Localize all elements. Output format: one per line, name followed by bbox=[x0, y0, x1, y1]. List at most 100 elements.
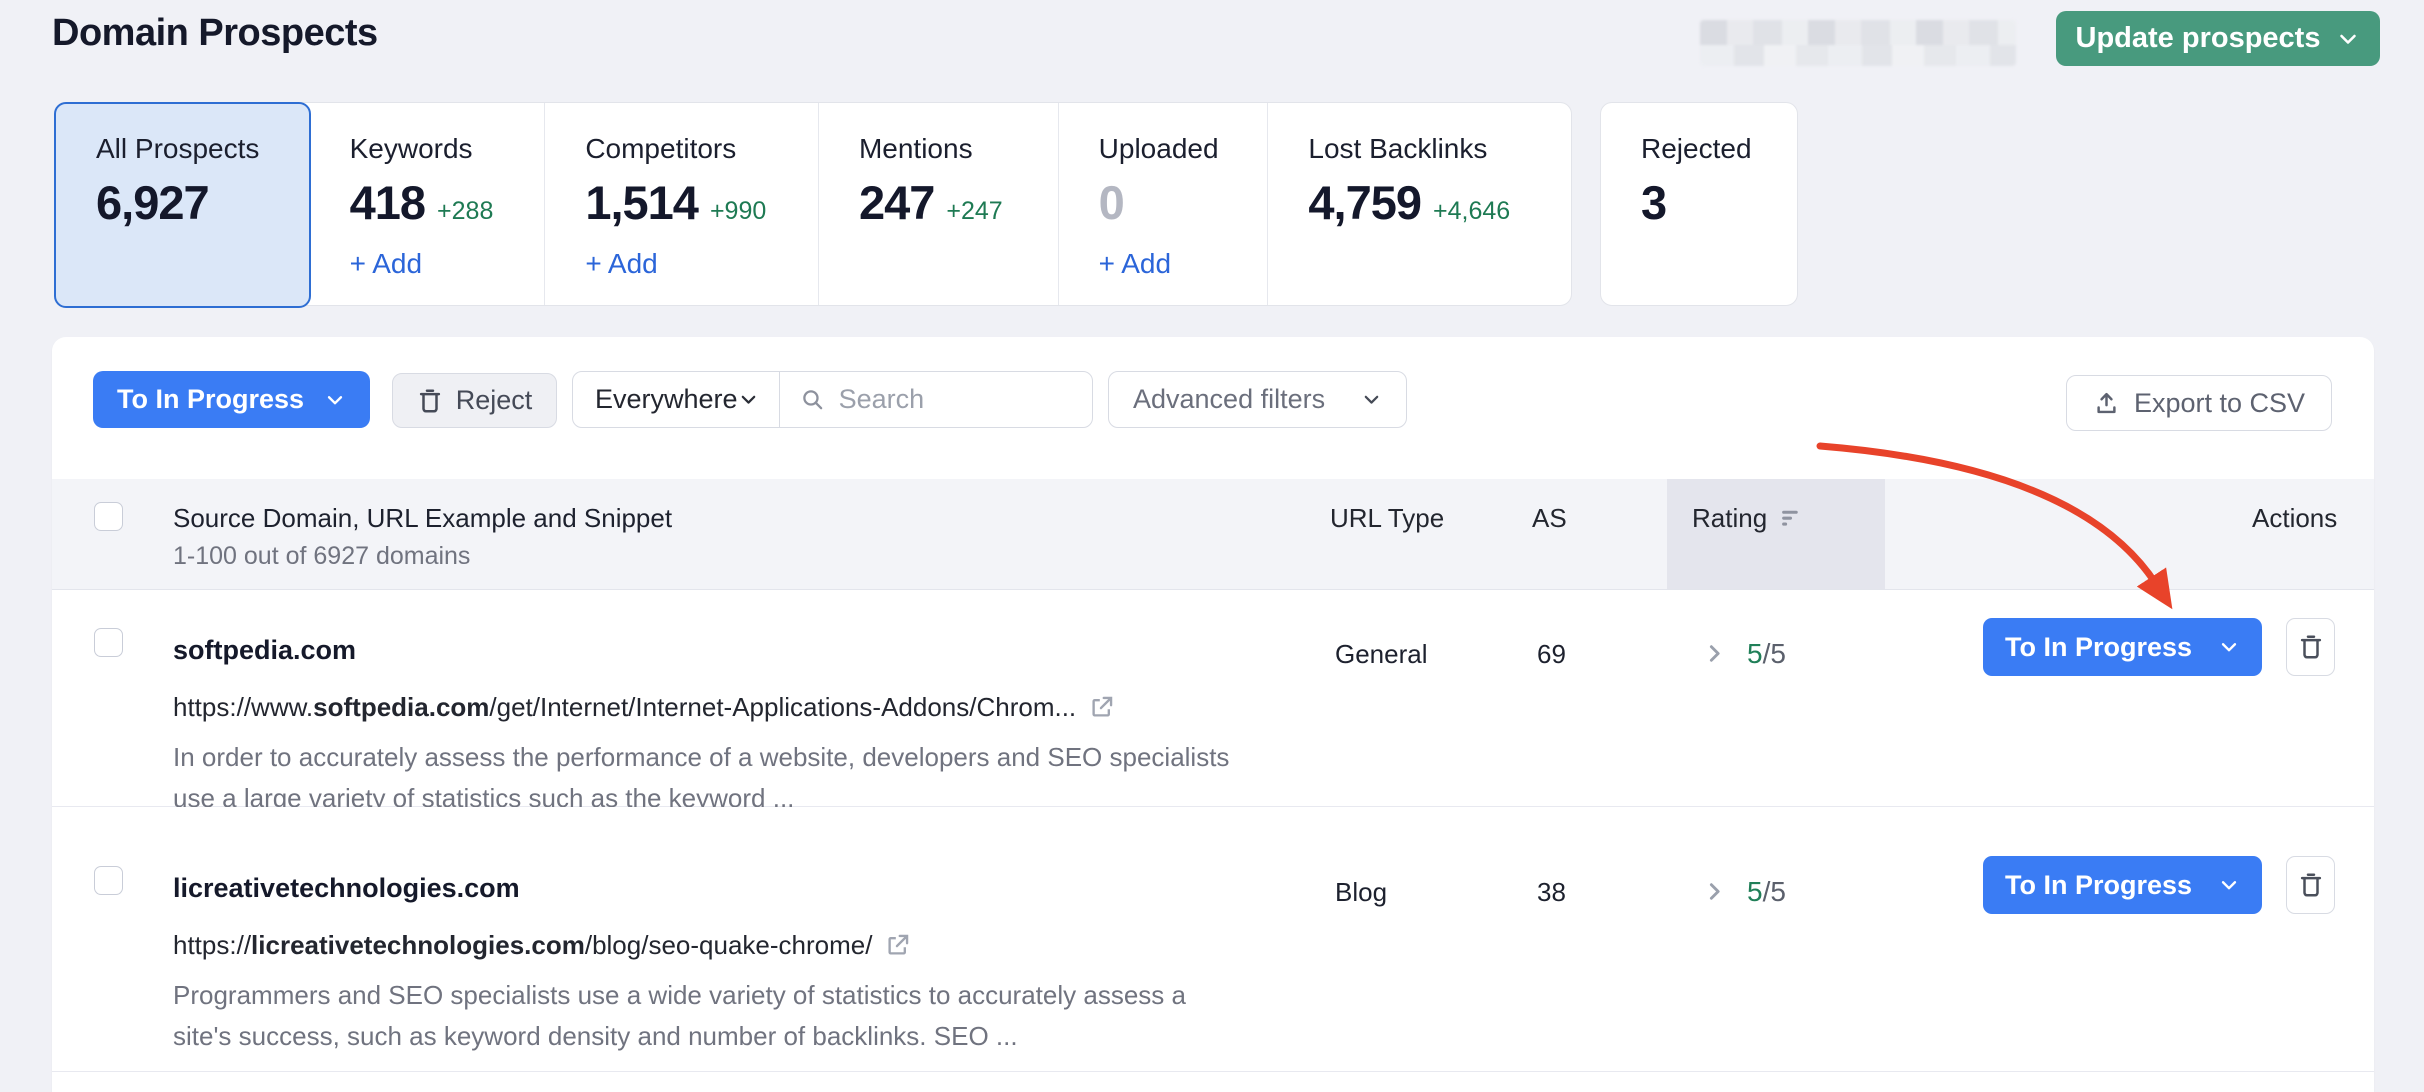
search-icon bbox=[800, 387, 825, 412]
row-action-label: To In Progress bbox=[2005, 632, 2192, 663]
sort-descending-icon bbox=[1779, 506, 1804, 531]
tab-lost-backlinks[interactable]: Lost Backlinks 4,759 +4,646 bbox=[1267, 103, 1571, 305]
column-source-domain: Source Domain, URL Example and Snippet bbox=[173, 503, 672, 534]
trash-icon bbox=[2298, 634, 2324, 660]
tab-count: 4,759 bbox=[1308, 175, 1421, 230]
tab-label: Uploaded bbox=[1099, 133, 1268, 165]
reject-label: Reject bbox=[456, 385, 533, 416]
url-prefix: https:// bbox=[173, 930, 251, 961]
authority-score-value: 38 bbox=[1537, 877, 1566, 908]
url-type-value: General bbox=[1335, 639, 1428, 670]
row-action-label: To In Progress bbox=[2005, 870, 2192, 901]
tab-label: Competitors bbox=[585, 133, 818, 165]
tab-keywords[interactable]: Keywords 418 +288 + Add bbox=[310, 103, 545, 305]
tab-label: All Prospects bbox=[96, 133, 309, 165]
search-scope-dropdown[interactable]: Everywhere bbox=[573, 372, 780, 427]
tab-label: Keywords bbox=[350, 133, 545, 165]
bulk-to-in-progress-button[interactable]: To In Progress bbox=[93, 371, 370, 428]
tab-all-prospects[interactable]: All Prospects 6,927 bbox=[54, 102, 311, 308]
chevron-down-icon bbox=[2218, 636, 2240, 658]
url-path: /get/Internet/Internet-Applications-Addo… bbox=[489, 692, 1076, 723]
export-icon bbox=[2093, 390, 2120, 417]
add-keywords-link[interactable]: + Add bbox=[350, 248, 422, 280]
trash-icon bbox=[417, 388, 443, 414]
tab-mentions[interactable]: Mentions 247 +247 bbox=[818, 103, 1058, 305]
rating-column-label: Rating bbox=[1692, 503, 1767, 534]
tab-uploaded[interactable]: Uploaded 0 + Add bbox=[1058, 103, 1268, 305]
external-link-icon[interactable] bbox=[1088, 694, 1115, 721]
rating-value: 5/5 bbox=[1747, 876, 1786, 908]
domain-prospects-page: Domain Prospects Update prospects Keywor… bbox=[0, 0, 2424, 1092]
add-competitors-link[interactable]: + Add bbox=[585, 248, 657, 280]
tab-delta: +4,646 bbox=[1433, 197, 1510, 226]
row-to-in-progress-button[interactable]: To In Progress bbox=[1983, 618, 2262, 676]
tab-delta: +990 bbox=[710, 197, 766, 226]
column-url-type[interactable]: URL Type bbox=[1330, 503, 1444, 534]
tab-delta: +247 bbox=[946, 197, 1002, 226]
chevron-down-icon bbox=[1361, 389, 1382, 410]
tab-count: 6,927 bbox=[96, 175, 209, 230]
table-header: Source Domain, URL Example and Snippet 1… bbox=[52, 479, 2374, 590]
external-link-icon[interactable] bbox=[884, 932, 911, 959]
chevron-down-icon bbox=[2218, 874, 2240, 896]
chevron-down-icon bbox=[324, 389, 346, 411]
row-delete-button[interactable] bbox=[2286, 618, 2335, 676]
authority-score-value: 69 bbox=[1537, 639, 1566, 670]
update-prospects-button[interactable]: Update prospects bbox=[2056, 11, 2380, 66]
search-scope-label: Everywhere bbox=[595, 384, 738, 415]
tab-count: 3 bbox=[1641, 175, 1666, 230]
reject-button[interactable]: Reject bbox=[392, 373, 557, 428]
select-all-checkbox[interactable] bbox=[94, 502, 123, 531]
chevron-down-icon bbox=[2336, 27, 2360, 51]
redacted-text bbox=[1700, 20, 2016, 66]
export-to-csv-button[interactable]: Export to CSV bbox=[2066, 375, 2332, 431]
source-domain: licreativetechnologies.com bbox=[173, 873, 520, 904]
table-row: softpedia.com https://www.softpedia.com/… bbox=[52, 591, 2374, 807]
tab-count: 1,514 bbox=[585, 175, 698, 230]
tab-label: Mentions bbox=[859, 133, 1058, 165]
page-title: Domain Prospects bbox=[52, 12, 378, 55]
tab-card-group: Keywords 418 +288 + Add Competitors 1,514… bbox=[54, 102, 1572, 306]
url-type-value: Blog bbox=[1335, 877, 1387, 908]
url-prefix: https://www. bbox=[173, 692, 313, 723]
prospects-panel: To In Progress Reject Everywhere Advance… bbox=[52, 337, 2374, 1092]
snippet-text: Programmers and SEO specialists use a wi… bbox=[173, 975, 1233, 1057]
rating-column-highlight bbox=[1667, 479, 1885, 589]
table-row: licreativetechnologies.com https://licre… bbox=[52, 807, 2374, 1072]
row-checkbox[interactable] bbox=[94, 628, 123, 657]
rating-value: 5/5 bbox=[1747, 638, 1786, 670]
expand-rating-icon[interactable] bbox=[1702, 879, 1727, 904]
row-delete-button[interactable] bbox=[2286, 856, 2335, 914]
search-group: Everywhere bbox=[572, 371, 1093, 428]
tab-count: 247 bbox=[859, 175, 934, 230]
update-prospects-label: Update prospects bbox=[2076, 22, 2321, 55]
url-domain: softpedia.com bbox=[313, 692, 489, 723]
tab-label: Rejected bbox=[1641, 133, 1797, 165]
bulk-action-label: To In Progress bbox=[117, 384, 304, 415]
tab-count: 418 bbox=[350, 175, 425, 230]
expand-rating-icon[interactable] bbox=[1702, 641, 1727, 666]
row-to-in-progress-button[interactable]: To In Progress bbox=[1983, 856, 2262, 914]
prospect-source-tabs: Keywords 418 +288 + Add Competitors 1,514… bbox=[54, 102, 1572, 306]
source-domain: softpedia.com bbox=[173, 635, 356, 666]
advanced-filters-dropdown[interactable]: Advanced filters bbox=[1108, 371, 1407, 428]
column-actions: Actions bbox=[2252, 503, 2337, 534]
tab-count: 0 bbox=[1099, 175, 1124, 230]
trash-icon bbox=[2298, 872, 2324, 898]
column-as[interactable]: AS bbox=[1532, 503, 1567, 534]
column-rating[interactable]: Rating bbox=[1692, 503, 1804, 534]
url-example: https://licreativetechnologies.com/blog/… bbox=[173, 930, 911, 961]
row-checkbox[interactable] bbox=[94, 866, 123, 895]
advanced-filters-label: Advanced filters bbox=[1133, 384, 1325, 415]
export-label: Export to CSV bbox=[2134, 388, 2305, 419]
url-example: https://www.softpedia.com/get/Internet/I… bbox=[173, 692, 1115, 723]
url-path: /blog/seo-quake-chrome/ bbox=[585, 930, 873, 961]
chevron-down-icon bbox=[738, 389, 759, 410]
tab-label: Lost Backlinks bbox=[1308, 133, 1571, 165]
tab-rejected[interactable]: Rejected 3 bbox=[1600, 102, 1798, 306]
table-range-label: 1-100 out of 6927 domains bbox=[173, 542, 470, 571]
tab-competitors[interactable]: Competitors 1,514 +990 + Add bbox=[544, 103, 818, 305]
add-uploaded-link[interactable]: + Add bbox=[1099, 248, 1171, 280]
url-domain: licreativetechnologies.com bbox=[251, 930, 585, 961]
tab-delta: +288 bbox=[437, 197, 493, 226]
